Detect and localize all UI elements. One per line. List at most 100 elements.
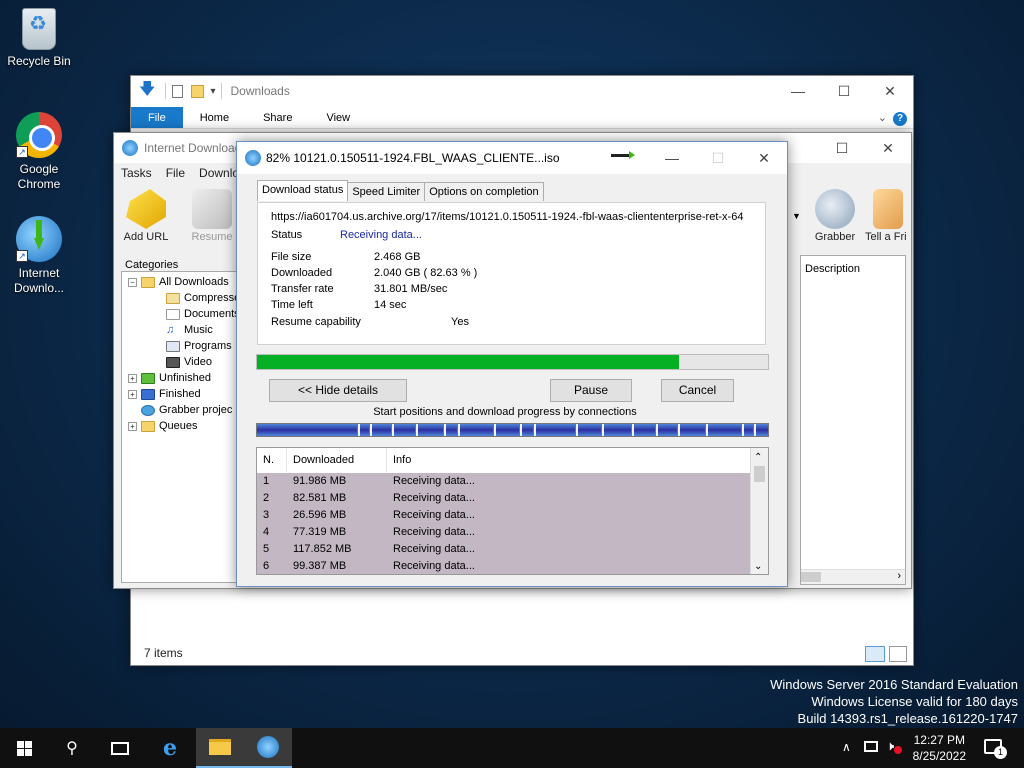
cell-number: 4 xyxy=(263,526,270,538)
ribbon-expand-icon[interactable]: ⌄ xyxy=(872,107,893,128)
ribbon-tab-file[interactable]: File xyxy=(131,107,183,128)
network-icon[interactable] xyxy=(864,741,878,752)
taskbar: ⚲ e ∧ 🕨 12:27 PM 8/25/2022 1 xyxy=(0,728,1024,768)
cell-downloaded: 26.596 MB xyxy=(293,509,347,521)
explorer-title: Downloads xyxy=(230,84,290,98)
taskbar-idm[interactable] xyxy=(244,728,292,768)
customize-toolbar-icon[interactable]: ▾ xyxy=(210,86,215,97)
pause-button[interactable]: Pause xyxy=(550,379,632,402)
idm-shortcut[interactable]: ↗ Internet Downlo... xyxy=(1,216,77,296)
connection-marker xyxy=(741,424,744,436)
minimize-button[interactable]: — xyxy=(775,76,821,106)
tell-friend-button[interactable]: Tell a Fri xyxy=(865,189,915,243)
new-folder-icon[interactable] xyxy=(191,84,205,98)
table-row[interactable]: 4 77.319 MB Receiving data... xyxy=(257,524,750,541)
dialog-close-button[interactable]: ✕ xyxy=(741,142,787,174)
scroll-thumb[interactable] xyxy=(801,572,821,582)
tree-item-all-downloads[interactable]: − All Downloads xyxy=(128,276,229,288)
tree-item-music[interactable]: ♫ Music xyxy=(166,324,213,336)
program-icon xyxy=(166,340,180,352)
table-row[interactable]: 5 117.852 MB Receiving data... xyxy=(257,541,750,558)
properties-icon[interactable] xyxy=(172,84,184,98)
maximize-button[interactable]: ☐ xyxy=(821,76,867,106)
recycle-bin-label: Recycle Bin xyxy=(7,54,71,68)
help-icon[interactable]: ? xyxy=(893,107,913,128)
tab-options-on-completion[interactable]: Options on completion xyxy=(424,182,544,201)
tree-item-programs[interactable]: Programs xyxy=(166,340,232,352)
close-button[interactable]: ✕ xyxy=(867,76,913,106)
download-status-panel: https://ia601704.us.archive.org/17/items… xyxy=(257,202,766,345)
cell-number: 3 xyxy=(263,509,270,521)
time-left-label: Time left xyxy=(271,299,313,311)
description-column-header[interactable]: Description xyxy=(805,263,860,275)
vertical-scrollbar[interactable]: ⌃ ⌄ xyxy=(750,448,768,574)
volume-muted-icon[interactable]: 🕨 xyxy=(886,738,902,754)
tab-speed-limiter[interactable]: Speed Limiter xyxy=(347,182,426,201)
scroll-down-icon[interactable]: ⌄ xyxy=(754,561,762,572)
tree-item-grabber-projects[interactable]: +Grabber projec xyxy=(128,404,232,416)
tab-download-status[interactable]: Download status xyxy=(257,180,349,201)
chrome-shortcut[interactable]: ↗ Google Chrome xyxy=(1,112,77,192)
ie-icon: e xyxy=(163,735,177,761)
table-row[interactable]: 2 82.581 MB Receiving data... xyxy=(257,490,750,507)
search-button[interactable]: ⚲ xyxy=(48,728,96,768)
tree-item-compressed[interactable]: Compresse xyxy=(166,292,240,304)
start-button[interactable] xyxy=(0,728,48,768)
idm-close-button[interactable]: ✕ xyxy=(865,133,911,163)
tray-overflow-icon[interactable]: ∧ xyxy=(842,740,851,754)
menu-tasks[interactable]: Tasks xyxy=(114,163,159,183)
explorer-ribbon: File Home Share View ⌄ ? xyxy=(131,107,913,129)
tree-item-queues[interactable]: + Queues xyxy=(128,420,198,432)
tree-item-documents[interactable]: Documents xyxy=(166,308,240,320)
file-size-value: 2.468 GB xyxy=(374,251,421,263)
quick-access-arrow-icon[interactable]: 🡇 xyxy=(139,78,155,105)
add-url-button[interactable]: Add URL xyxy=(116,189,176,243)
table-row[interactable]: 6 99.387 MB Receiving data... xyxy=(257,558,750,574)
tree-item-unfinished[interactable]: + Unfinished xyxy=(128,372,211,384)
column-header-number[interactable]: N. xyxy=(257,448,287,472)
categories-label: Categories xyxy=(125,259,179,271)
tree-item-finished[interactable]: + Finished xyxy=(128,388,201,400)
connections-table: N. Downloaded Info 1 91.986 MB Receiving d… xyxy=(256,447,769,575)
details-view-icon[interactable] xyxy=(865,646,885,662)
recycle-bin-icon xyxy=(22,8,56,50)
grabber-button[interactable]: Grabber xyxy=(805,189,865,243)
table-row[interactable]: 1 91.986 MB Receiving data... xyxy=(257,473,750,490)
file-size-label: File size xyxy=(271,251,312,263)
scroll-right-icon[interactable]: › xyxy=(897,570,901,582)
column-header-downloaded[interactable]: Downloaded xyxy=(287,448,387,472)
minimize-to-tray-icon[interactable] xyxy=(611,151,635,159)
cancel-button[interactable]: Cancel xyxy=(661,379,734,402)
search-icon: ⚲ xyxy=(66,740,78,757)
scroll-up-icon[interactable]: ⌃ xyxy=(754,452,762,463)
recycle-bin-shortcut[interactable]: Recycle Bin xyxy=(1,8,77,69)
menu-file[interactable]: File xyxy=(159,163,192,183)
connection-marker xyxy=(753,424,756,436)
dialog-titlebar[interactable]: 82% 10121.0.150511-1924.FBL_WAAS_CLIENTE… xyxy=(237,142,787,174)
connection-marker xyxy=(415,424,418,436)
action-center-icon[interactable]: 1 xyxy=(984,739,1007,759)
table-row[interactable]: 3 26.596 MB Receiving data... xyxy=(257,507,750,524)
resume-button[interactable]: Resume xyxy=(182,189,242,243)
dialog-minimize-button[interactable]: — xyxy=(649,142,695,174)
connections-rows: 1 91.986 MB Receiving data... 2 82.581 MB Rec… xyxy=(257,473,750,574)
connection-marker xyxy=(519,424,522,436)
hide-details-button[interactable]: << Hide details xyxy=(269,379,407,402)
horizontal-scrollbar[interactable]: › xyxy=(801,569,905,584)
ribbon-tab-home[interactable]: Home xyxy=(183,107,246,128)
taskbar-ie[interactable]: e xyxy=(146,728,194,768)
idm-maximize-button[interactable]: ☐ xyxy=(819,133,865,163)
taskbar-explorer[interactable] xyxy=(196,728,244,768)
toolbar-more-icon[interactable]: ▼ xyxy=(792,211,801,221)
large-icons-view-icon[interactable] xyxy=(889,646,907,662)
ie-icon xyxy=(141,404,155,416)
item-count: 7 items xyxy=(144,646,183,660)
scroll-thumb[interactable] xyxy=(754,466,765,482)
ribbon-tab-view[interactable]: View xyxy=(309,107,367,128)
explorer-titlebar[interactable]: 🡇 ▾ Downloads — ☐ ✕ xyxy=(131,76,913,106)
tree-item-video[interactable]: Video xyxy=(166,356,212,368)
column-header-info[interactable]: Info xyxy=(387,448,749,472)
ribbon-tab-share[interactable]: Share xyxy=(246,107,309,128)
task-view-button[interactable] xyxy=(96,728,144,768)
system-clock[interactable]: 12:27 PM 8/25/2022 xyxy=(913,732,966,764)
